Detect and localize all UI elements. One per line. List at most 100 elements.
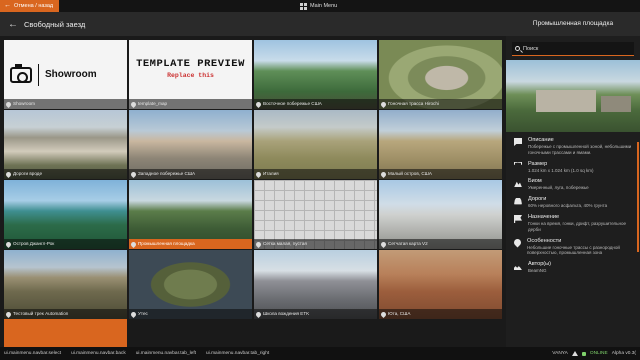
- level-tile-label: Италия: [254, 169, 377, 179]
- level-tile[interactable]: Утес: [129, 250, 252, 319]
- level-tile-label: Гоночная трасса Hirochi: [379, 99, 502, 109]
- level-tile[interactable]: Тестовый трек Automation: [4, 250, 127, 319]
- map-pin-icon: [129, 310, 138, 318]
- grid-menu-icon: [300, 2, 307, 10]
- info-heading: Автор(ы): [528, 261, 552, 268]
- level-tile-label: Showroom: [4, 99, 127, 109]
- info-value: Побережье с промышленной зоной, небольши…: [528, 144, 632, 155]
- map-pin-icon: [129, 170, 138, 178]
- level-name: Гоночная трасса Hirochi: [388, 101, 439, 106]
- info-heading: Особенности: [527, 237, 562, 244]
- online-status-icon: [581, 351, 586, 356]
- level-info-list: Описание Побережье с промышленной зоной, …: [506, 132, 640, 274]
- user-dropdown-icon[interactable]: [571, 351, 578, 356]
- level-preview-image: [506, 60, 640, 132]
- level-name: Остров Джангл-Рок: [13, 241, 55, 246]
- level-tile-label: Западное побережье США: [129, 169, 252, 179]
- level-tile-label: Школа вождения ETK: [254, 309, 377, 319]
- level-tile-label: Сетка малая, пустая: [254, 239, 377, 249]
- level-tile-label: Промышленная площадка: [129, 239, 252, 249]
- flag-icon: [514, 214, 522, 223]
- page-header: ← Свободный заезд: [0, 12, 506, 36]
- preview-building-small: [601, 96, 631, 112]
- level-tile-label: Тестовый трек Automation: [4, 309, 127, 319]
- info-heading: Размер: [528, 160, 548, 167]
- level-tile-label: Утес: [129, 309, 252, 319]
- level-tile-label: Малый остров, США: [379, 169, 502, 179]
- level-tile-label: Юта, США: [379, 309, 502, 319]
- level-tile[interactable]: Showroom Showroom: [4, 40, 127, 109]
- level-tile[interactable]: Остров Джангл-Рок: [4, 180, 127, 249]
- biome-icon: [514, 181, 522, 188]
- level-name: Утес: [138, 311, 148, 316]
- online-status: ONLINE: [589, 351, 608, 356]
- footer-bar: ui.mainmenu.navbar.select ui.mainmenu.na…: [0, 347, 640, 360]
- level-tile[interactable]: Школа вождения ETK: [254, 250, 377, 319]
- level-tile[interactable]: Гоночная трасса Hirochi: [379, 40, 502, 109]
- info-row: Размер 1.024 km x 1.024 km (1.0 sq km): [506, 156, 640, 174]
- back-arrow-icon: ←: [4, 2, 11, 9]
- level-name: template_map: [138, 101, 168, 106]
- main-menu-label: Main Menu: [310, 3, 338, 9]
- template-subtext: Replace this: [167, 72, 214, 79]
- info-heading: Описание: [528, 137, 554, 143]
- info-value: 1.024 km x 1.024 km (1.0 sq km): [528, 167, 594, 173]
- level-tile[interactable]: Дороги вроде: [4, 110, 127, 179]
- level-tile[interactable]: Сетчатая карта V2: [379, 180, 502, 249]
- map-pin-icon: [254, 240, 263, 248]
- info-heading: Назначение: [528, 213, 560, 220]
- level-tile-label: template_map: [129, 99, 252, 109]
- template-headline: TEMPLATE PREVIEW: [136, 58, 245, 70]
- level-name: Юта, США: [388, 311, 411, 316]
- level-tile-label: Восточное побережье США: [254, 99, 377, 109]
- level-tile[interactable]: Западное побережье США: [129, 110, 252, 179]
- map-pin-icon: [4, 100, 13, 108]
- map-pin-icon: [129, 240, 138, 248]
- level-name: Малый остров, США: [388, 171, 432, 176]
- hint-tab-right: ui.mainmenu.navbar.tab_right: [206, 351, 270, 356]
- level-name: Восточное побережье США: [263, 101, 322, 106]
- level-name: Showroom: [13, 101, 35, 106]
- level-tile[interactable]: Сетка малая, пустая: [254, 180, 377, 249]
- selection-indicator: [4, 319, 127, 347]
- info-row: Назначение Гонки на время, гонки, дрифт, …: [506, 209, 640, 233]
- level-details-panel: Промышленная площадка Поиск Описание Побе…: [506, 12, 640, 347]
- preview-building: [536, 90, 596, 112]
- main-menu-button[interactable]: Main Menu: [300, 0, 337, 12]
- header-back-icon[interactable]: ←: [8, 19, 18, 30]
- info-row: Биом Умеренный, луга, побережье: [506, 173, 640, 191]
- info-row: Особенности Небольшие гоночные трассы с р…: [506, 233, 640, 257]
- map-pin-icon: [4, 170, 13, 178]
- divider: [38, 63, 39, 86]
- level-name: Сетка малая, пустая: [263, 241, 307, 246]
- search-input[interactable]: Поиск: [512, 42, 634, 56]
- level-tile[interactable]: TEMPLATE PREVIEW Replace this template_map: [129, 40, 252, 109]
- cancel-back-button[interactable]: ← Отмена / назад: [0, 0, 60, 12]
- search-icon: [515, 46, 520, 51]
- info-value: 60% неровного асфальта, 40% грунта: [528, 203, 608, 209]
- level-tile[interactable]: Юта, США: [379, 250, 502, 319]
- level-name: Италия: [263, 171, 279, 176]
- hint-tab-left: ui.mainmenu.navbar.tab_left: [135, 351, 196, 356]
- map-pin-icon: [129, 100, 138, 108]
- level-name: Промышленная площадка: [138, 241, 195, 246]
- level-tile[interactable]: Промышленная площадка: [129, 180, 252, 249]
- level-name: Тестовый трек Automation: [13, 311, 69, 316]
- map-pin-icon: [4, 310, 13, 318]
- username: VANYA: [552, 351, 568, 356]
- info-row: Описание Побережье с промышленной зоной, …: [506, 132, 640, 156]
- panel-scrollbar[interactable]: [637, 142, 639, 252]
- level-tile[interactable]: Италия: [254, 110, 377, 179]
- version-label: Alpha v0.3(: [611, 351, 636, 356]
- level-name: Дороги вроде: [13, 171, 43, 176]
- showroom-title: Showroom: [45, 69, 97, 80]
- map-pin-icon: [254, 310, 263, 318]
- page-title: Свободный заезд: [24, 19, 86, 29]
- level-tile[interactable]: Малый остров, США: [379, 110, 502, 179]
- cancel-back-label: Отмена / назад: [14, 3, 54, 9]
- map-pin-icon: [379, 310, 388, 318]
- level-name: Школа вождения ETK: [263, 311, 310, 316]
- hint-back: ui.mainmenu.navbar.back: [71, 351, 126, 356]
- level-tile[interactable]: Восточное побережье США: [254, 40, 377, 109]
- roads-icon: [514, 197, 522, 205]
